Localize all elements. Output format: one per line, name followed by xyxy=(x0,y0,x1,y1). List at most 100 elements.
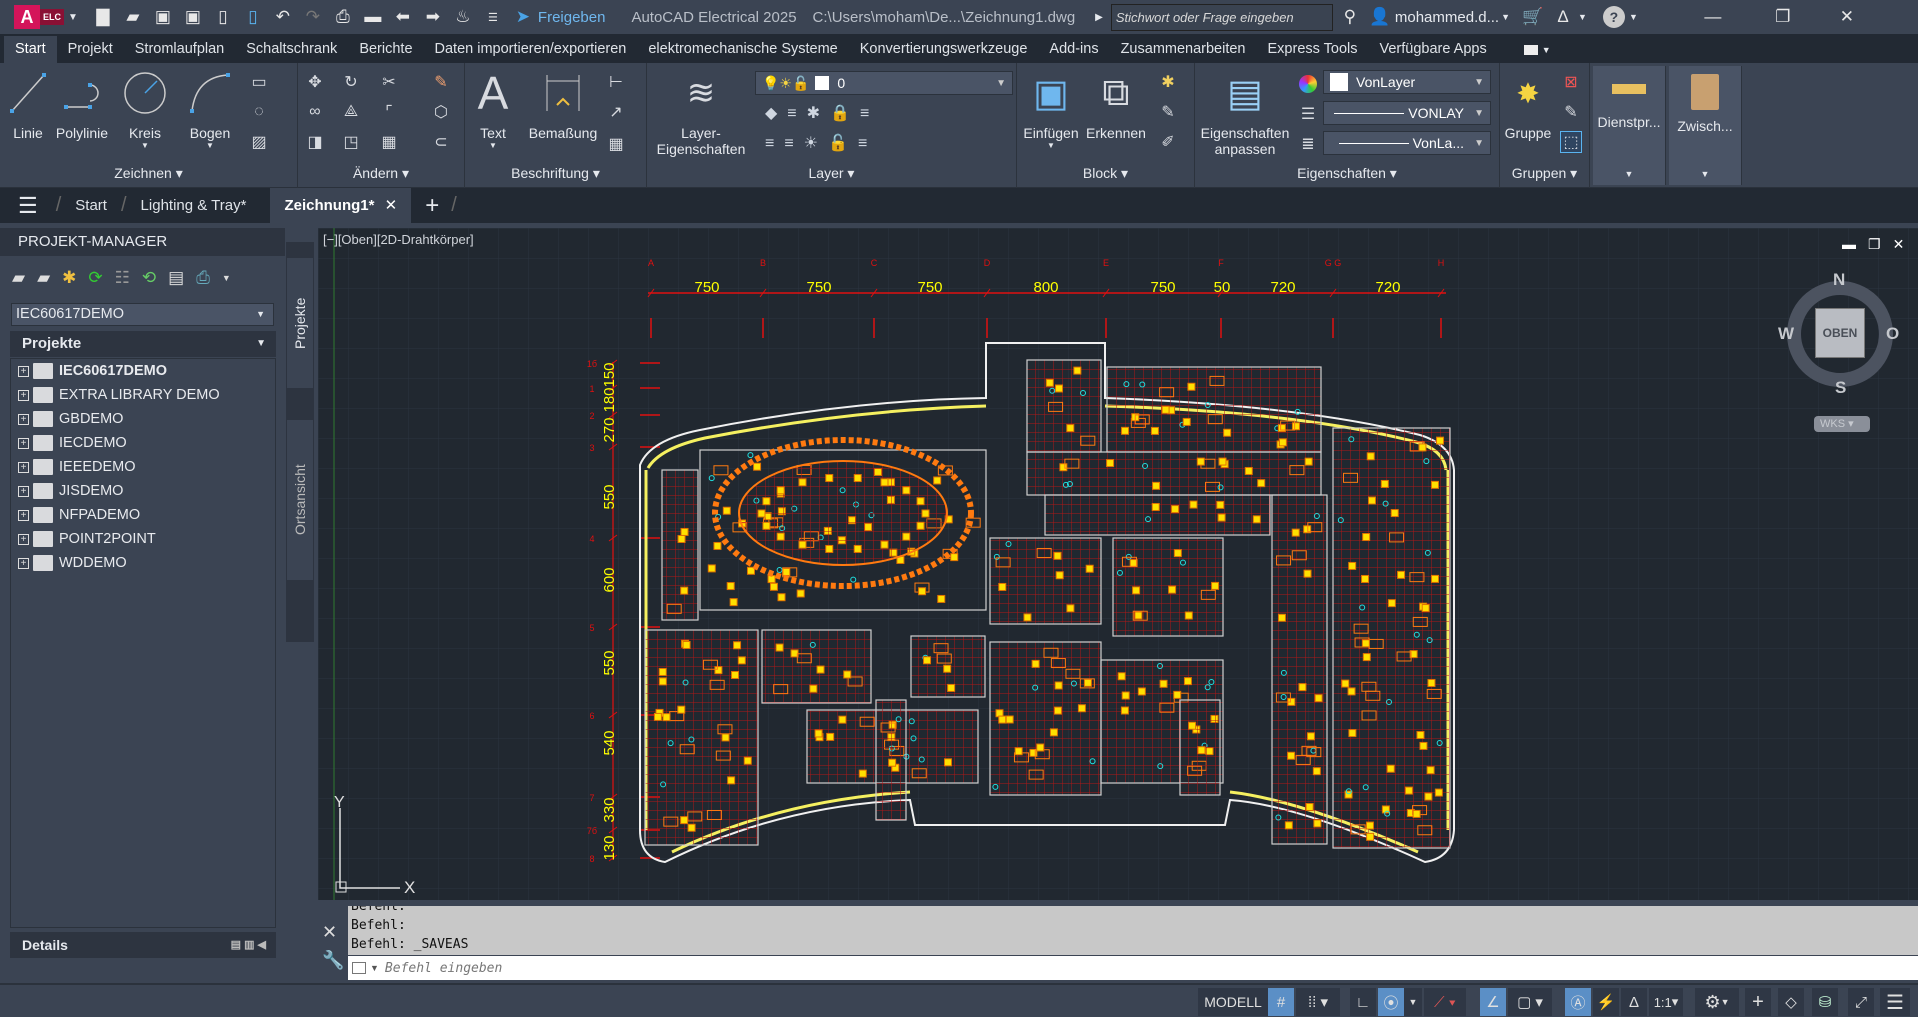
save-to-mobile-icon[interactable]: ▯ xyxy=(242,6,264,28)
tab-express-tools[interactable]: Express Tools xyxy=(1257,36,1369,63)
layer-tools-row-2[interactable]: ≡≡☀🔓≡ xyxy=(765,133,877,153)
ellipse-icon[interactable]: ◌ xyxy=(248,101,270,123)
group-edit-icon[interactable]: ✎ xyxy=(1560,101,1582,123)
group-button[interactable]: ✸ Gruppe xyxy=(1502,69,1554,142)
redo-icon[interactable]: ↷ xyxy=(302,6,324,28)
search-icon[interactable]: ⚲ xyxy=(1339,6,1361,28)
isodraft-toggle-icon[interactable]: ⟋ ▾ xyxy=(1424,988,1466,1016)
open-icon[interactable]: ▰ xyxy=(122,6,144,28)
close-icon[interactable]: ✕ xyxy=(1836,6,1858,28)
user-icon[interactable]: 👤 xyxy=(1369,6,1391,28)
panel-dienstprogramme[interactable]: Dienstpr... ▼ xyxy=(1593,66,1666,185)
update-project-icon[interactable]: ⟲ xyxy=(142,268,156,288)
hatch-icon[interactable]: ▨ xyxy=(248,131,270,153)
expand-icon[interactable]: + xyxy=(18,485,29,497)
layer-properties-button[interactable]: ≋ Layer- Eigenschaften xyxy=(655,69,747,157)
save-icon[interactable]: ▣ xyxy=(152,6,174,28)
polyline-button[interactable]: Polylinie xyxy=(52,69,112,141)
publish-icon[interactable]: ▬ xyxy=(362,6,384,28)
panel-title-beschriftung[interactable]: Beschriftung ▾ xyxy=(465,165,646,182)
viewport-restore-icon[interactable]: ❐ xyxy=(1868,236,1881,253)
palette-title[interactable]: PROJEKT-MANAGER xyxy=(0,228,285,256)
isolate-objects-icon[interactable]: ◇ xyxy=(1778,988,1804,1016)
clean-screen-icon[interactable]: ⤢ xyxy=(1848,988,1874,1016)
expand-icon[interactable]: + xyxy=(18,461,29,473)
group-select-icon[interactable]: ⬚ xyxy=(1560,131,1582,153)
panel-title-gruppen[interactable]: Gruppen ▾ xyxy=(1500,165,1589,182)
grid-toggle-icon[interactable]: # xyxy=(1268,988,1294,1016)
back-icon[interactable]: ⬅ xyxy=(392,6,414,28)
new-project-icon[interactable]: ▰ xyxy=(37,268,50,288)
floor-plan-drawing[interactable]: A B C D E F G G H 750 750 750 800 750 50 720 720 1б 1 2 3 4 5… xyxy=(318,228,1918,900)
cart-icon[interactable]: 🛒 xyxy=(1522,6,1544,28)
scale-icon[interactable]: ◳ xyxy=(340,131,362,153)
viewport-controls[interactable]: [−][Oben][2D-Drahtkörper] xyxy=(323,232,474,247)
file-tab-start[interactable]: Start xyxy=(61,188,121,223)
text-button[interactable]: A Text ▼ xyxy=(473,67,513,150)
move-icon[interactable]: ✥ xyxy=(304,71,326,93)
project-item[interactable]: + GBDEMO xyxy=(18,408,123,430)
ungroup-icon[interactable]: ⊠ xyxy=(1560,71,1582,93)
layer-dropdown[interactable]: 💡☀🔓 0 ▼ xyxy=(755,71,1013,95)
snap-toggle-icon[interactable]: ⁞⁞ ▾ xyxy=(1296,988,1340,1016)
panel-title-eigenschaften[interactable]: Eigenschaften ▾ xyxy=(1195,165,1499,182)
linetype-dropdown[interactable]: VonLa... ▼ xyxy=(1323,131,1491,155)
help-dropdown-icon[interactable]: ▼ xyxy=(1629,12,1638,22)
publish-dropdown-icon[interactable]: ▼ xyxy=(222,268,231,288)
array-icon[interactable]: ▦ xyxy=(378,131,400,153)
share-button[interactable]: Freigeben xyxy=(538,9,606,26)
dienstprogramme-expand-icon[interactable]: ▼ xyxy=(1593,169,1665,179)
tab-verfuegbare-apps[interactable]: Verfügbare Apps xyxy=(1369,36,1498,63)
project-item[interactable]: + EXTRA LIBRARY DEMO xyxy=(18,384,220,406)
panel-title-zeichnen[interactable]: Zeichnen ▾ xyxy=(0,165,297,182)
compass-east[interactable]: O xyxy=(1886,324,1899,344)
project-settings-icon[interactable]: ✱ xyxy=(62,268,76,288)
side-tab-projekte[interactable]: Projekte xyxy=(287,258,313,388)
file-tab-zeichnung1[interactable]: Zeichnung1* ✕ xyxy=(270,188,412,223)
layer-tools-row-1[interactable]: ◆≡✱🔒≡ xyxy=(765,103,879,123)
annotation-scale-icon[interactable]: Δ xyxy=(1621,988,1647,1016)
workspace-gear-icon[interactable]: ⚙ ▼ xyxy=(1695,988,1739,1016)
expand-icon[interactable]: + xyxy=(18,509,29,521)
app-logo[interactable]: A xyxy=(14,5,40,29)
user-name[interactable]: mohammed.d... xyxy=(1395,9,1499,26)
restore-icon[interactable]: ❐ xyxy=(1772,6,1794,28)
search-input[interactable]: Stichwort oder Frage eingeben xyxy=(1110,3,1333,31)
insert-block-button[interactable]: ▣ Einfügen ▼ xyxy=(1019,69,1083,151)
compass-north[interactable]: N xyxy=(1833,270,1845,290)
side-tab-ortsansicht[interactable]: Ortsansicht xyxy=(287,420,313,580)
create-block-icon[interactable]: ✱ xyxy=(1157,71,1179,93)
tab-stromlaufplan[interactable]: Stromlaufplan xyxy=(124,36,235,63)
panel-zwischenablage[interactable]: Zwisch... ▼ xyxy=(1669,66,1742,185)
workspace-icon[interactable]: ♨ xyxy=(452,6,474,28)
table-icon[interactable]: ▦ xyxy=(605,133,627,155)
linear-dim-icon[interactable]: ⊢ xyxy=(605,71,627,93)
stretch-icon[interactable]: ◨ xyxy=(304,131,326,153)
compass-south[interactable]: S xyxy=(1835,378,1846,398)
tab-elektromechanisch[interactable]: elektromechanische Systeme xyxy=(637,36,848,63)
polar-dropdown-icon[interactable]: ▼ xyxy=(1404,988,1422,1016)
zwischenablage-expand-icon[interactable]: ▼ xyxy=(1669,169,1741,179)
leader-icon[interactable]: ↗ xyxy=(605,101,627,123)
ribbon-minimize-icon[interactable] xyxy=(1523,45,1538,55)
customize-dropdown-icon[interactable]: ☰ xyxy=(482,6,504,28)
circle-button[interactable]: Kreis ▼ xyxy=(120,69,170,150)
tab-schaltschrank[interactable]: Schaltschrank xyxy=(235,36,348,63)
compass-west[interactable]: W xyxy=(1778,324,1794,344)
project-item[interactable]: + JISDEMO xyxy=(18,480,123,502)
osnap-toggle-icon[interactable]: ▢ ▾ xyxy=(1508,988,1552,1016)
panel-title-block[interactable]: Block ▾ xyxy=(1017,165,1194,182)
annotation-visibility-icon[interactable]: Ⓐ xyxy=(1565,988,1591,1016)
tab-projekt[interactable]: Projekt xyxy=(57,36,124,63)
new-tab-icon[interactable]: + xyxy=(425,192,439,220)
expand-icon[interactable]: + xyxy=(18,365,29,377)
panel-title-aendern[interactable]: Ändern ▾ xyxy=(298,165,464,182)
task-list-icon[interactable]: ☷ xyxy=(115,268,130,288)
customize-icon[interactable]: 🔧 xyxy=(322,950,344,971)
details-header[interactable]: Details ▤ ▥ ◀ xyxy=(10,932,276,958)
close-command-line-icon[interactable]: ✕ xyxy=(322,922,337,943)
tab-konvertierung[interactable]: Konvertierungswerkzeuge xyxy=(849,36,1039,63)
polar-toggle-icon[interactable]: ⦿ xyxy=(1378,988,1404,1016)
lineweight-dropdown[interactable]: VONLAY ▼ xyxy=(1323,101,1491,125)
scale-dropdown[interactable]: 1:1 ▾ xyxy=(1649,988,1683,1016)
